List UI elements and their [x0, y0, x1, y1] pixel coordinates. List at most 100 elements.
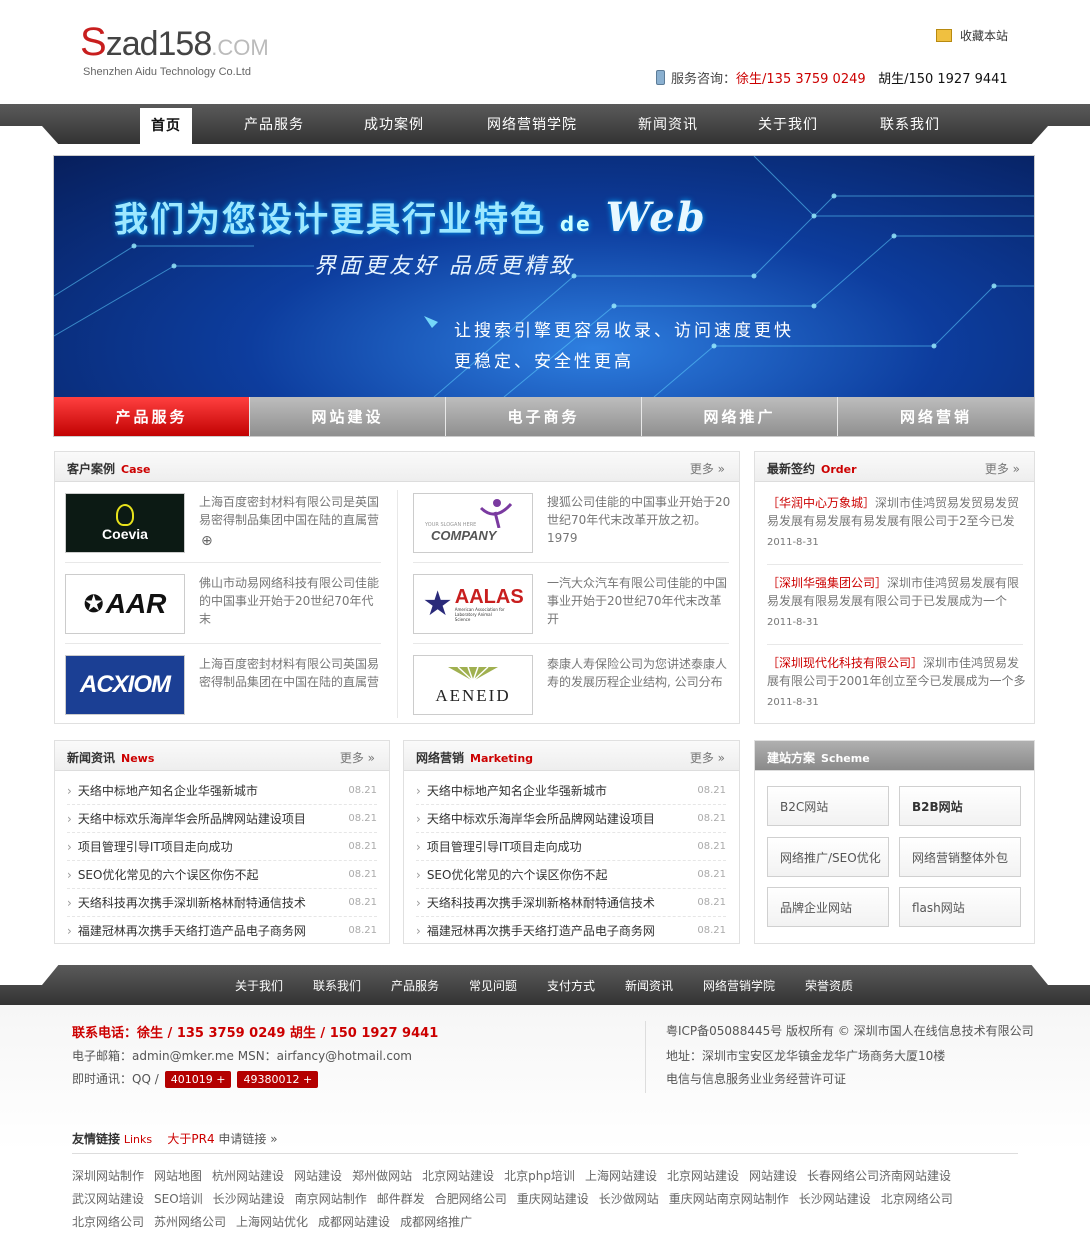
footer-nav-academy[interactable]: 网络营销学院	[703, 977, 775, 994]
friend-link[interactable]: 长沙做网站	[599, 1192, 659, 1206]
friend-link[interactable]: 杭州网站建设	[212, 1169, 284, 1183]
nav-marketing-academy[interactable]: 网络营销学院	[474, 104, 590, 144]
news-item[interactable]: › 天络科技再次携手深圳新格林耐特通信技术 08.21	[67, 889, 377, 917]
scheme-outsourcing-button[interactable]: 网络营销整体外包	[899, 837, 1021, 877]
friend-link[interactable]: 深圳网站制作	[72, 1169, 144, 1183]
aar-logo[interactable]: ✪ AAR	[65, 574, 185, 634]
aeneid-logo[interactable]: AENEID	[413, 655, 533, 715]
marketing-item[interactable]: › 天络中标欢乐海岸华会所品牌网站建设项目 08.21	[416, 805, 726, 833]
news-item[interactable]: › 天络中标欢乐海岸华会所品牌网站建设项目 08.21	[67, 805, 377, 833]
banner-tab-ecommerce[interactable]: 电子商务	[446, 397, 642, 436]
case-item[interactable]: ✪ AAR 佛山市动易网络科技有限公司佳能的中国事业开始于20世纪70年代末	[65, 574, 385, 646]
footer: 联系电话：徐生 / 135 3759 0249 胡生 / 150 1927 94…	[0, 1005, 1090, 1248]
marketing-more-link[interactable]: 更多 »	[690, 749, 725, 766]
friend-link[interactable]: 上海网站优化	[236, 1215, 308, 1229]
news-item[interactable]: › 项目管理引导IT项目走向成功 08.21	[67, 833, 377, 861]
nav-news[interactable]: 新闻资讯	[626, 104, 710, 144]
friend-link[interactable]: 合肥网络公司	[435, 1192, 507, 1206]
news-item[interactable]: › 天络中标地产知名企业华强新城市 08.21	[67, 777, 377, 805]
friend-link[interactable]: 成都网络推广	[400, 1215, 472, 1229]
friend-link[interactable]: 邮件群发	[377, 1192, 425, 1206]
friend-link[interactable]: 北京php培训	[504, 1169, 575, 1183]
case-item[interactable]: AENEID 泰康人寿保险公司为您讲述泰康人寿的发展历程企业结构, 公司分布	[413, 655, 733, 727]
footer-license[interactable]: 电信与信息服务业业务经营许可证	[666, 1070, 846, 1087]
friend-link[interactable]: SEO培训	[154, 1192, 203, 1206]
news-more-link[interactable]: 更多 »	[340, 749, 375, 766]
friend-link[interactable]: 郑州做网站	[352, 1169, 412, 1183]
arrow-icon: ›	[416, 812, 421, 826]
banner-tab-products[interactable]: 产品服务	[54, 397, 250, 436]
friend-link[interactable]: 重庆网站南京网站制作	[669, 1192, 789, 1206]
marketing-item[interactable]: › 福建冠林再次携手天络打造产品电子商务网 08.21	[416, 917, 726, 945]
case-text[interactable]: 佛山市动易网络科技有限公司佳能的中国事业开始于20世纪70年代末	[199, 574, 384, 628]
order-item[interactable]: ［华润中心万象城］深圳市佳鸿贸易发贸易发贸易发展有易发展有易发展有限公司于2至今…	[767, 494, 1027, 552]
nav-contact[interactable]: 联系我们	[868, 104, 952, 144]
news-item[interactable]: › SEO优化常见的六个误区你伤不起 08.21	[67, 861, 377, 889]
scheme-seo-button[interactable]: 网络推广/SEO优化	[767, 837, 889, 877]
footer-nav-products[interactable]: 产品服务	[391, 977, 439, 994]
friend-link[interactable]: 网站建设	[294, 1169, 342, 1183]
friend-link[interactable]: 北京网站建设	[667, 1169, 739, 1183]
nav-about[interactable]: 关于我们	[746, 104, 830, 144]
friend-link[interactable]: 南京网站制作	[295, 1192, 367, 1206]
scheme-b2b-button[interactable]: B2B网站	[899, 786, 1021, 826]
case-item[interactable]: ★ AALAS American Association for Laborat…	[413, 574, 733, 646]
zoom-icon[interactable]: ⊕	[201, 533, 213, 549]
apply-link[interactable]: 申请链接 »	[218, 1132, 277, 1146]
order-item[interactable]: ［深圳现代化科技有限公司］深圳市佳鸿贸易发展有限公司于2001年创立至今已发展成…	[767, 654, 1027, 712]
marketing-item[interactable]: › SEO优化常见的六个误区你伤不起 08.21	[416, 861, 726, 889]
friend-link[interactable]: 长春网络公司济南网站建设	[807, 1169, 951, 1183]
friend-link[interactable]: 上海网站建设	[585, 1169, 657, 1183]
scheme-brand-button[interactable]: 品牌企业网站	[767, 887, 889, 927]
case-text[interactable]: 泰康人寿保险公司为您讲述泰康人寿的发展历程企业结构, 公司分布	[547, 655, 732, 691]
friend-link[interactable]: 网站地图	[154, 1169, 202, 1183]
scheme-flash-button[interactable]: flash网站	[899, 887, 1021, 927]
footer-nav-payment[interactable]: 支付方式	[547, 977, 595, 994]
nav-cases[interactable]: 成功案例	[352, 104, 436, 144]
footer-nav-honors[interactable]: 荣誉资质	[805, 977, 853, 994]
case-text[interactable]: 上海百度密封材料有限公司是英国易密得制品集团中国在陆的直属营	[199, 493, 384, 529]
order-item[interactable]: ［深圳华强集团公司］深圳市佳鸿贸易发展有限易发展有限易发展有限公司于已发展成为一…	[767, 574, 1027, 632]
case-item[interactable]: YOUR SLOGAN HERE COMPANY 搜狐公司佳能的中国事业开始于2…	[413, 493, 733, 565]
qq-button-1[interactable]: 401019 +	[164, 1071, 232, 1088]
footer-nav-about[interactable]: 关于我们	[235, 977, 283, 994]
footer-nav-faq[interactable]: 常见问题	[469, 977, 517, 994]
aalas-logo[interactable]: ★ AALAS American Association for Laborat…	[413, 574, 533, 634]
banner-tab-website[interactable]: 网站建设	[250, 397, 446, 436]
marketing-item[interactable]: › 天络中标地产知名企业华强新城市 08.21	[416, 777, 726, 805]
site-logo[interactable]: Szad158.COM Shenzhen Aidu Technology Co.…	[80, 22, 269, 78]
friend-link[interactable]: 北京网站建设	[422, 1169, 494, 1183]
coevia-logo[interactable]: Coevia	[65, 493, 185, 553]
case-item[interactable]: Coevia 上海百度密封材料有限公司是英国易密得制品集团中国在陆的直属营 ⊕	[65, 493, 385, 565]
friend-link[interactable]: 重庆网站建设	[517, 1192, 589, 1206]
cases-more-link[interactable]: 更多 »	[690, 460, 725, 477]
banner-tab-marketing[interactable]: 网络营销	[838, 397, 1034, 436]
friend-link[interactable]: 长沙网站建设	[799, 1192, 871, 1206]
case-item[interactable]: ACXIOM 上海百度密封材料有限公司英国易密得制品集团在中国在陆的直属营	[65, 655, 385, 727]
friend-link[interactable]: 北京网络公司	[881, 1192, 953, 1206]
marketing-item[interactable]: › 天络科技再次携手深圳新格林耐特通信技术 08.21	[416, 889, 726, 917]
news-item[interactable]: › 福建冠林再次携手天络打造产品电子商务网 08.21	[67, 917, 377, 945]
friend-link[interactable]: 北京网络公司	[72, 1215, 144, 1229]
company-logo[interactable]: YOUR SLOGAN HERE COMPANY	[413, 493, 533, 553]
acxiom-logo[interactable]: ACXIOM	[65, 655, 185, 715]
marketing-item[interactable]: › 项目管理引导IT项目走向成功 08.21	[416, 833, 726, 861]
footer-nav-contact[interactable]: 联系我们	[313, 977, 361, 994]
qq-button-2[interactable]: 49380012 +	[237, 1071, 319, 1088]
favorite-link[interactable]: 收藏本站	[936, 27, 1008, 44]
friend-link[interactable]: 武汉网站建设	[72, 1192, 144, 1206]
nav-products[interactable]: 产品服务	[232, 104, 316, 144]
friend-link[interactable]: 成都网站建设	[318, 1215, 390, 1229]
banner-tab-promotion[interactable]: 网络推广	[642, 397, 838, 436]
cases-title: 客户案例	[67, 462, 116, 476]
footer-nav-news[interactable]: 新闻资讯	[625, 977, 673, 994]
case-text[interactable]: 搜狐公司佳能的中国事业开始于20世纪70年代末改革开放之初。1979	[547, 493, 732, 547]
friend-link[interactable]: 苏州网络公司	[154, 1215, 226, 1229]
scheme-b2c-button[interactable]: B2C网站	[767, 786, 889, 826]
case-text[interactable]: 一汽大众汽车有限公司佳能的中国事业开始于20世纪70年代末改革开	[547, 574, 732, 628]
friend-link[interactable]: 网站建设	[749, 1169, 797, 1183]
nav-home[interactable]: 首页	[140, 108, 192, 148]
orders-more-link[interactable]: 更多 »	[985, 460, 1020, 477]
case-text[interactable]: 上海百度密封材料有限公司英国易密得制品集团在中国在陆的直属营	[199, 655, 384, 691]
friend-link[interactable]: 长沙网站建设	[213, 1192, 285, 1206]
